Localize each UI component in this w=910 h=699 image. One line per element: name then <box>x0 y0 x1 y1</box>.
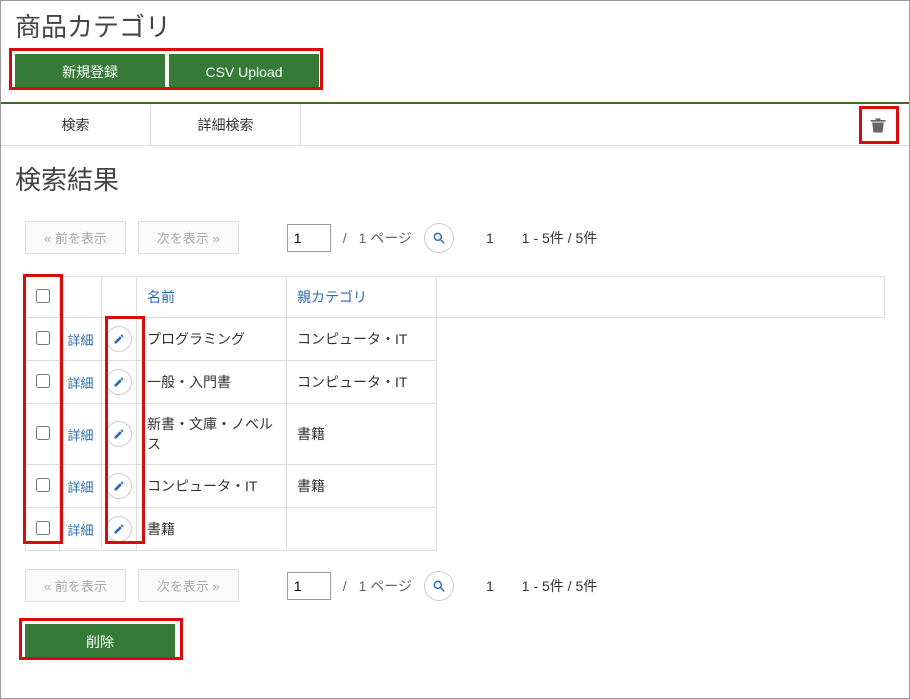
pencil-icon <box>113 428 125 440</box>
pager-range-bottom: 1 - 5件 / 5件 <box>522 576 597 596</box>
header-checkbox[interactable] <box>26 277 60 318</box>
page-total-prefix-bottom: / <box>343 578 347 594</box>
detail-link[interactable]: 詳細 <box>67 333 93 348</box>
page-number-input[interactable] <box>287 224 331 252</box>
cell-parent: 書籍 <box>287 404 437 465</box>
row-checkbox[interactable] <box>36 478 50 492</box>
pencil-icon <box>113 376 125 388</box>
table-row: 詳細 プログラミングコンピュータ・IT <box>26 318 885 361</box>
results-table: 名前 親カテゴリ 詳細プログラミングコンピュータ・IT詳細一般・入門書コンピュー… <box>25 276 885 551</box>
page-total-bottom: 1 ページ <box>359 576 412 596</box>
header-edit <box>102 277 137 318</box>
current-page-num-bottom: 1 <box>486 578 494 594</box>
tab-advanced-search[interactable]: 詳細検索 <box>151 104 301 145</box>
trash-button[interactable] <box>861 108 895 142</box>
search-icon <box>432 579 446 593</box>
tab-search[interactable]: 検索 <box>1 104 151 145</box>
cell-parent: 書籍 <box>287 465 437 508</box>
page-title: 商品カテゴリ <box>1 1 909 54</box>
edit-button[interactable] <box>106 421 132 447</box>
table-row: 詳細 書籍 <box>26 508 885 551</box>
row-checkbox[interactable] <box>36 374 50 388</box>
table-row: 詳細 新書・文庫・ノベルス書籍 <box>26 404 885 465</box>
detail-link[interactable]: 詳細 <box>67 480 93 495</box>
edit-button[interactable] <box>106 369 132 395</box>
delete-button[interactable]: 削除 <box>25 624 175 660</box>
pager-range: 1 - 5件 / 5件 <box>522 228 597 248</box>
edit-button[interactable] <box>106 326 132 352</box>
pencil-icon <box>113 523 125 535</box>
trash-icon <box>868 115 888 135</box>
row-checkbox[interactable] <box>36 426 50 440</box>
cell-parent <box>287 508 437 551</box>
row-checkbox[interactable] <box>36 521 50 535</box>
pencil-icon <box>113 480 125 492</box>
search-icon <box>432 231 446 245</box>
row-checkbox[interactable] <box>36 331 50 345</box>
edit-button[interactable] <box>106 516 132 542</box>
csv-upload-button[interactable]: CSV Upload <box>169 54 319 90</box>
page-total-prefix: / <box>343 230 347 246</box>
pencil-icon <box>113 333 125 345</box>
register-button[interactable]: 新規登録 <box>15 54 165 90</box>
pager-search-button[interactable] <box>424 223 454 253</box>
cell-name: 書籍 <box>137 508 287 551</box>
edit-button[interactable] <box>106 473 132 499</box>
section-title: 検索結果 <box>1 146 909 215</box>
pager-top: « 前を表示 次を表示 » / 1 ページ 1 1 - 5件 / 5件 <box>25 221 885 254</box>
cell-parent: コンピュータ・IT <box>287 318 437 361</box>
header-blank <box>437 277 885 318</box>
table-row: 詳細 一般・入門書コンピュータ・IT <box>26 361 885 404</box>
prev-page-button-bottom[interactable]: « 前を表示 <box>25 569 126 602</box>
pager-search-button-bottom[interactable] <box>424 571 454 601</box>
detail-link[interactable]: 詳細 <box>67 428 93 443</box>
select-all-checkbox[interactable] <box>36 289 50 303</box>
cell-name: プログラミング <box>137 318 287 361</box>
next-page-button-bottom[interactable]: 次を表示 » <box>138 569 239 602</box>
next-page-button[interactable]: 次を表示 » <box>138 221 239 254</box>
cell-name: コンピュータ・IT <box>137 465 287 508</box>
header-parent[interactable]: 親カテゴリ <box>287 277 437 318</box>
pager-bottom: « 前を表示 次を表示 » / 1 ページ 1 1 - 5件 / 5件 <box>25 569 885 602</box>
current-page-num: 1 <box>486 230 494 246</box>
detail-link[interactable]: 詳細 <box>67 523 93 538</box>
page-number-input-bottom[interactable] <box>287 572 331 600</box>
prev-page-button[interactable]: « 前を表示 <box>25 221 126 254</box>
cell-name: 新書・文庫・ノベルス <box>137 404 287 465</box>
detail-link[interactable]: 詳細 <box>67 376 93 391</box>
page-total: 1 ページ <box>359 228 412 248</box>
cell-parent: コンピュータ・IT <box>287 361 437 404</box>
table-row: 詳細 コンピュータ・IT書籍 <box>26 465 885 508</box>
header-name[interactable]: 名前 <box>137 277 287 318</box>
cell-name: 一般・入門書 <box>137 361 287 404</box>
header-detail <box>60 277 102 318</box>
